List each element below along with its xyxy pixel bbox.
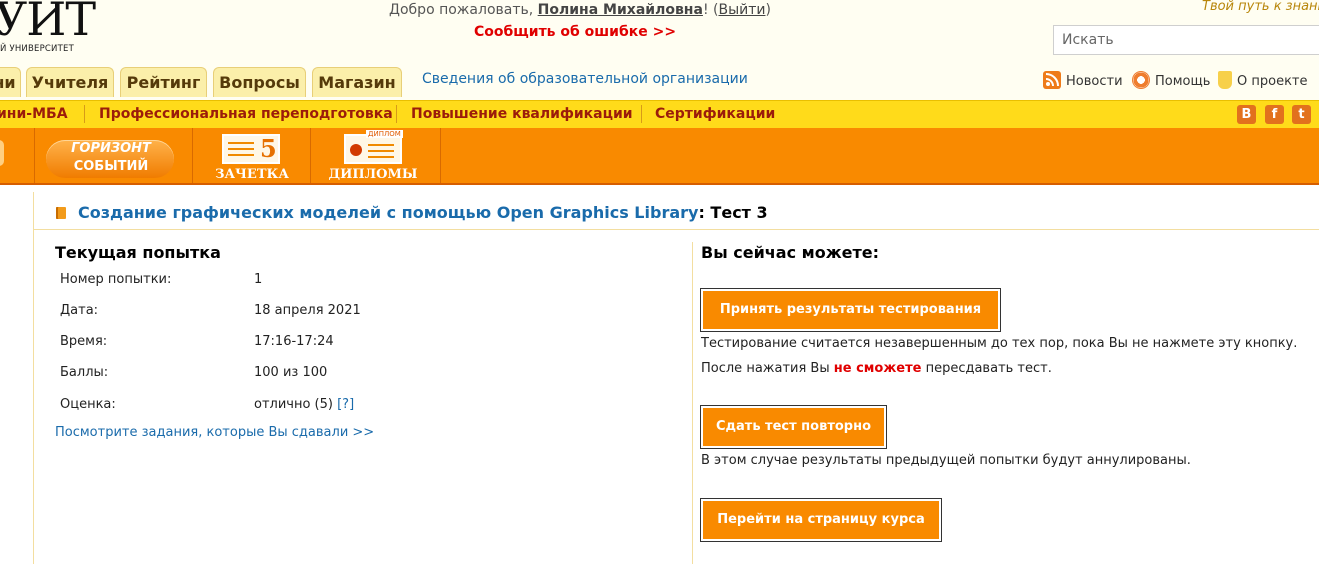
banner-divider	[34, 128, 35, 183]
tab-shop[interactable]: Магазин	[312, 67, 402, 97]
welcome-prefix: Добро пожаловать,	[389, 2, 538, 18]
attempt-grade-value: отлично (5)	[254, 397, 333, 412]
nav-divider	[641, 105, 642, 123]
nav-divider	[396, 105, 397, 123]
nav-divider	[84, 105, 85, 123]
gradebook-lines	[228, 142, 254, 144]
gradebook-label: ЗАЧЕТКА	[215, 167, 289, 182]
warning-prefix: После нажатия Вы	[701, 361, 834, 376]
gradebook-icon: 5	[222, 134, 280, 164]
vk-icon[interactable]: В	[1237, 105, 1256, 124]
news-link[interactable]: Новости	[1043, 71, 1123, 89]
search-input[interactable]	[1053, 25, 1319, 55]
tab-rating[interactable]: Рейтинг	[120, 67, 207, 97]
rss-icon	[1043, 71, 1061, 89]
attempt-number-label: Номер попытки:	[60, 272, 172, 287]
report-error-link[interactable]: Сообщить об ошибке >>	[474, 24, 676, 40]
warning-suffix: пересдавать тест.	[921, 361, 1052, 376]
attempt-date-label: Дата:	[60, 303, 99, 318]
attempt-grade-value-wrap: отлично (5) [?]	[254, 397, 354, 412]
view-tasks-link[interactable]: Посмотрите задания, которые Вы сдавали >…	[55, 425, 374, 440]
course-title-link[interactable]: Создание графических моделей с помощью O…	[78, 203, 698, 222]
horizon-label-1: ГОРИЗОНТ	[71, 141, 151, 156]
diplomas-button[interactable]: ДИПЛОМ ДИПЛОМЫ	[328, 130, 418, 182]
lifebuoy-icon	[1132, 71, 1150, 89]
site-header: УИТ Й УНИВЕРСИТЕТ Добро пожаловать, Поли…	[0, 0, 1319, 66]
banner-edge-icon[interactable]	[0, 140, 4, 166]
diplomas-label: ДИПЛОМЫ	[328, 167, 418, 182]
nav-professional-retraining[interactable]: Профессиональная переподготовка	[99, 106, 393, 122]
current-attempt-heading: Текущая попытка	[55, 243, 221, 262]
welcome-message: Добро пожаловать, Полина Михайловна! (Вы…	[380, 2, 780, 18]
attempt-time-value: 17:16-17:24	[254, 334, 334, 349]
horizon-label-2: СОБЫТИЙ	[73, 159, 149, 174]
nav-qualification[interactable]: Повышение квалификации	[411, 106, 633, 122]
site-tagline: Твой путь к знаниям	[1202, 0, 1319, 14]
diploma-lines	[368, 144, 394, 146]
user-name-link[interactable]: Полина Михайловна	[538, 2, 703, 18]
main-tabs-row: ни Учителя Рейтинг Вопросы Магазин Сведе…	[0, 66, 1319, 100]
tab-questions[interactable]: Вопросы	[213, 67, 306, 97]
gradebook-button[interactable]: 5 ЗАЧЕТКА	[212, 132, 292, 182]
help-link[interactable]: Помощь	[1132, 71, 1210, 89]
nav-mini-mba[interactable]: ини-МБА	[0, 106, 68, 122]
about-label: О проекте	[1237, 74, 1308, 89]
retake-note: В этом случае результаты предыдущей попы…	[701, 453, 1191, 468]
attempt-grade-label: Оценка:	[60, 397, 116, 412]
about-link[interactable]: О проекте	[1218, 71, 1308, 89]
accept-note: Тестирование считается незавершенным до …	[701, 336, 1298, 351]
grade-help-link[interactable]: [?]	[337, 397, 354, 412]
help-label: Помощь	[1155, 74, 1211, 89]
secondary-nav: ини-МБА Профессиональная переподготовка …	[0, 100, 1319, 128]
warning-emphasis: не сможете	[833, 361, 922, 376]
attempt-score-label: Баллы:	[60, 365, 109, 380]
attempt-date-value: 18 апреля 2021	[254, 303, 361, 318]
org-info-link[interactable]: Сведения об образовательной организации	[422, 71, 748, 87]
site-logo[interactable]: УИТ	[0, 0, 96, 42]
banner-divider	[440, 128, 441, 183]
go-to-course-button[interactable]: Перейти на страницу курса	[700, 498, 942, 542]
nav-certifications[interactable]: Сертификации	[655, 106, 775, 122]
test-name: : Тест 3	[698, 203, 768, 222]
page-title: Создание графических моделей с помощью O…	[56, 203, 768, 222]
diploma-seal	[350, 144, 362, 156]
diploma-mini-label: ДИПЛОМ	[366, 130, 403, 138]
attempt-score-value: 100 из 100	[254, 365, 328, 380]
facebook-icon[interactable]: f	[1265, 105, 1284, 124]
column-divider	[692, 242, 693, 564]
available-actions-heading: Вы сейчас можете:	[701, 243, 879, 262]
accept-results-button[interactable]: Принять результаты тестирования	[700, 288, 1001, 332]
attempt-number-value: 1	[254, 272, 263, 287]
horizon-of-events-button[interactable]: ГОРИЗОНТ СОБЫТИЙ	[46, 138, 176, 178]
accept-warning: После нажатия Вы не сможете пересдавать …	[701, 361, 1052, 376]
site-logo-subtitle: Й УНИВЕРСИТЕТ	[0, 44, 74, 54]
logout-link[interactable]: Выйти	[718, 2, 765, 18]
title-divider	[34, 229, 1319, 230]
diploma-icon: ДИПЛОМ	[344, 130, 403, 164]
tab-partial[interactable]: ни	[0, 67, 21, 97]
welcome-suffix: )	[765, 2, 771, 18]
attempt-time-label: Время:	[60, 334, 108, 349]
tab-teachers[interactable]: Учителя	[26, 67, 114, 97]
banner-divider	[310, 128, 311, 183]
content-left-border	[33, 192, 34, 564]
welcome-mid: ! (	[702, 2, 719, 18]
twitter-icon[interactable]: t	[1292, 105, 1311, 124]
book-icon	[56, 207, 66, 219]
promo-banner: ГОРИЗОНТ СОБЫТИЙ 5 ЗАЧЕТКА ДИПЛОМ ДИПЛОМ…	[0, 128, 1319, 185]
gradebook-digit: 5	[260, 134, 277, 163]
document-icon	[1218, 71, 1232, 89]
banner-divider	[192, 128, 193, 183]
news-label: Новости	[1066, 74, 1123, 89]
retake-test-button[interactable]: Сдать тест повторно	[700, 405, 887, 449]
